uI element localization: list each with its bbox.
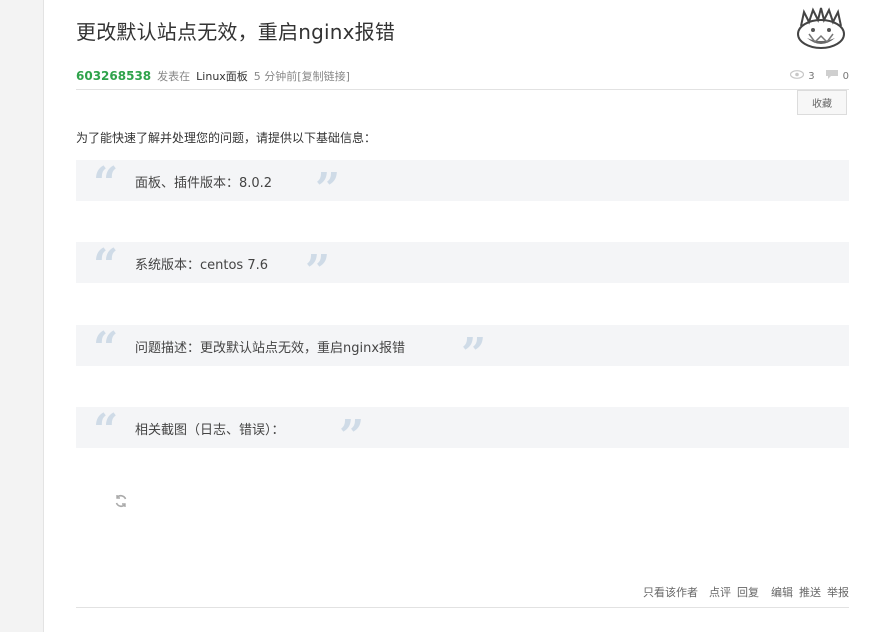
post-intro: 为了能快速了解并处理您的问题，请提供以下基础信息： [76,131,377,145]
post-actions: 只看该作者 点评 回复 编辑 推送 举报 [633,584,849,600]
board-link[interactable]: Linux面板 [196,68,248,84]
favorite-button[interactable]: 收藏 [797,90,847,115]
copy-link[interactable]: [复制链接] [297,68,350,84]
open-quote-icon: “ [93,158,119,209]
post-title: 更改默认站点无效，重启nginx报错 [76,20,396,44]
footer-divider [76,607,849,608]
posted-in-label: 发表在 [157,70,191,83]
reply-link[interactable]: 回复 [737,584,759,600]
header-divider [76,89,849,90]
post-stats: 3 0 [790,69,849,83]
open-quote-icon: “ [93,323,119,374]
comment-icon [825,69,839,83]
quote-block: “ 问题描述：更改默认站点无效，重启nginx报错 ” [76,325,849,377]
open-quote-icon: “ [93,240,119,291]
comment-link[interactable]: 点评 [709,584,731,600]
refresh-icon[interactable] [114,493,128,507]
report-link[interactable]: 举报 [827,584,849,600]
quote-text: 系统版本：centos 7.6 [135,258,269,273]
author-only-link[interactable]: 只看该作者 [643,584,698,600]
post-panel [43,0,893,632]
post-meta: 603268538 发表在 Linux面板 5 分钟前 [复制链接] [76,68,350,84]
quote-block: “ 系统版本：centos 7.6 ” [76,242,849,294]
replies-count: 0 [842,70,849,82]
quote-text: 相关截图（日志、错误）： [135,423,285,438]
eye-icon [790,70,805,82]
edit-link[interactable]: 编辑 [771,584,793,600]
views-count: 3 [808,70,815,82]
close-quote-icon: ” [461,329,487,380]
quote-text: 问题描述：更改默认站点无效，重启nginx报错 [135,341,406,356]
close-quote-icon: ” [305,246,331,297]
post-time: 5 分钟前 [253,70,298,83]
quote-block: “ 面板、插件版本：8.0.2 ” [76,160,849,212]
close-quote-icon: ” [315,164,341,215]
open-quote-icon: “ [93,405,119,456]
quote-block: “ 相关截图（日志、错误）： ” [76,407,849,459]
quote-text: 面板、插件版本：8.0.2 [135,176,273,191]
push-link[interactable]: 推送 [799,584,821,600]
author-link[interactable]: 603268538 [76,69,151,83]
author-avatar[interactable] [795,6,847,50]
close-quote-icon: ” [339,411,365,462]
